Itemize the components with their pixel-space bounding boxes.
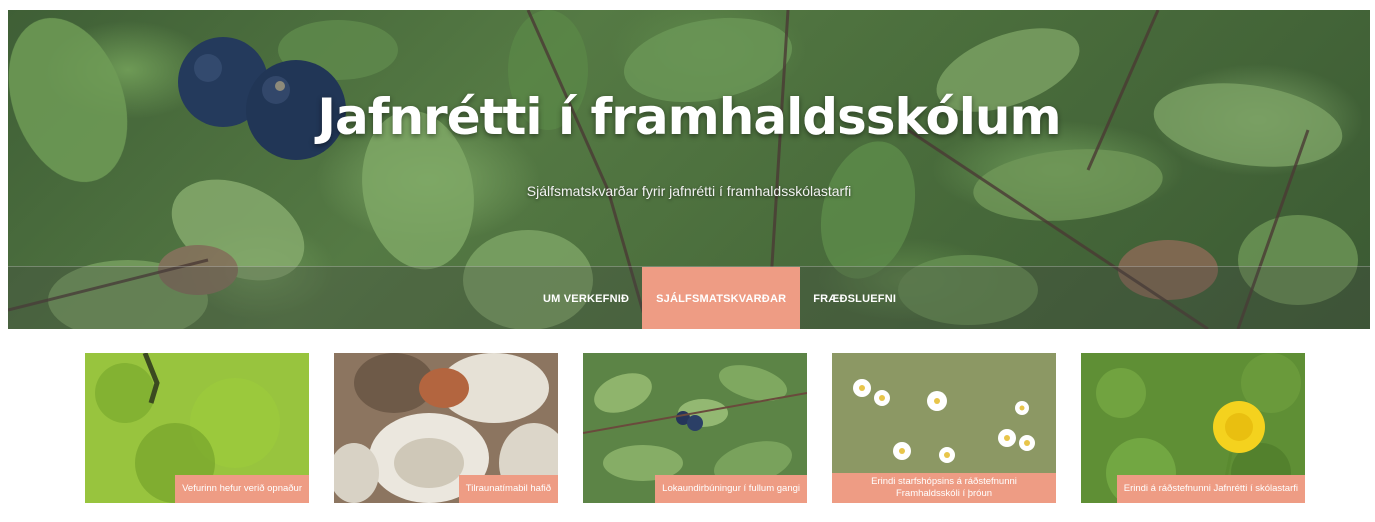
card-caption[interactable]: Vefurinn hefur verið opnaður bbox=[175, 475, 309, 503]
site-subtitle: Sjálfsmatskvarðar fyrir jafnrétti í fram… bbox=[526, 183, 852, 199]
card-caption[interactable]: Erindi á ráðstefnunni Jafnrétti í skólas… bbox=[1116, 475, 1305, 503]
news-card[interactable]: Erindi á ráðstefnunni Jafnrétti í skólas… bbox=[1081, 353, 1305, 503]
nav-item-sjalfsmatskvardar[interactable]: SJÁLFSMATSKVARÐAR bbox=[642, 267, 801, 329]
card-caption[interactable]: Tilraunatímabil hafið bbox=[458, 475, 558, 503]
site-title: Jafnrétti í framhaldsskólum bbox=[317, 88, 1061, 146]
main-navigation: UM VERKEFNIÐ SJÁLFSMATSKVARÐAR FRÆÐSLUEF… bbox=[8, 266, 1370, 329]
nav-item-fraedsluefni[interactable]: FRÆÐSLUEFNI bbox=[800, 267, 909, 329]
nav-item-um-verkefnid[interactable]: UM VERKEFNIÐ bbox=[530, 267, 642, 329]
news-card[interactable]: Erindi starfshópsins á ráðstefnunni Fram… bbox=[832, 353, 1056, 503]
card-caption[interactable]: Erindi starfshópsins á ráðstefnunni Fram… bbox=[832, 473, 1056, 503]
news-card[interactable]: Tilraunatímabil hafið bbox=[334, 353, 558, 503]
card-caption[interactable]: Lokaundirbúningur í fullum gangi bbox=[655, 475, 807, 503]
news-card[interactable]: Vefurinn hefur verið opnaður bbox=[85, 353, 309, 503]
hero-banner: Jafnrétti í framhaldsskólum Sjálfsmatskv… bbox=[8, 10, 1370, 329]
news-card[interactable]: Lokaundirbúningur í fullum gangi bbox=[583, 353, 807, 503]
news-cards: Vefurinn hefur verið opnaður Tilraunatím… bbox=[85, 353, 1305, 503]
